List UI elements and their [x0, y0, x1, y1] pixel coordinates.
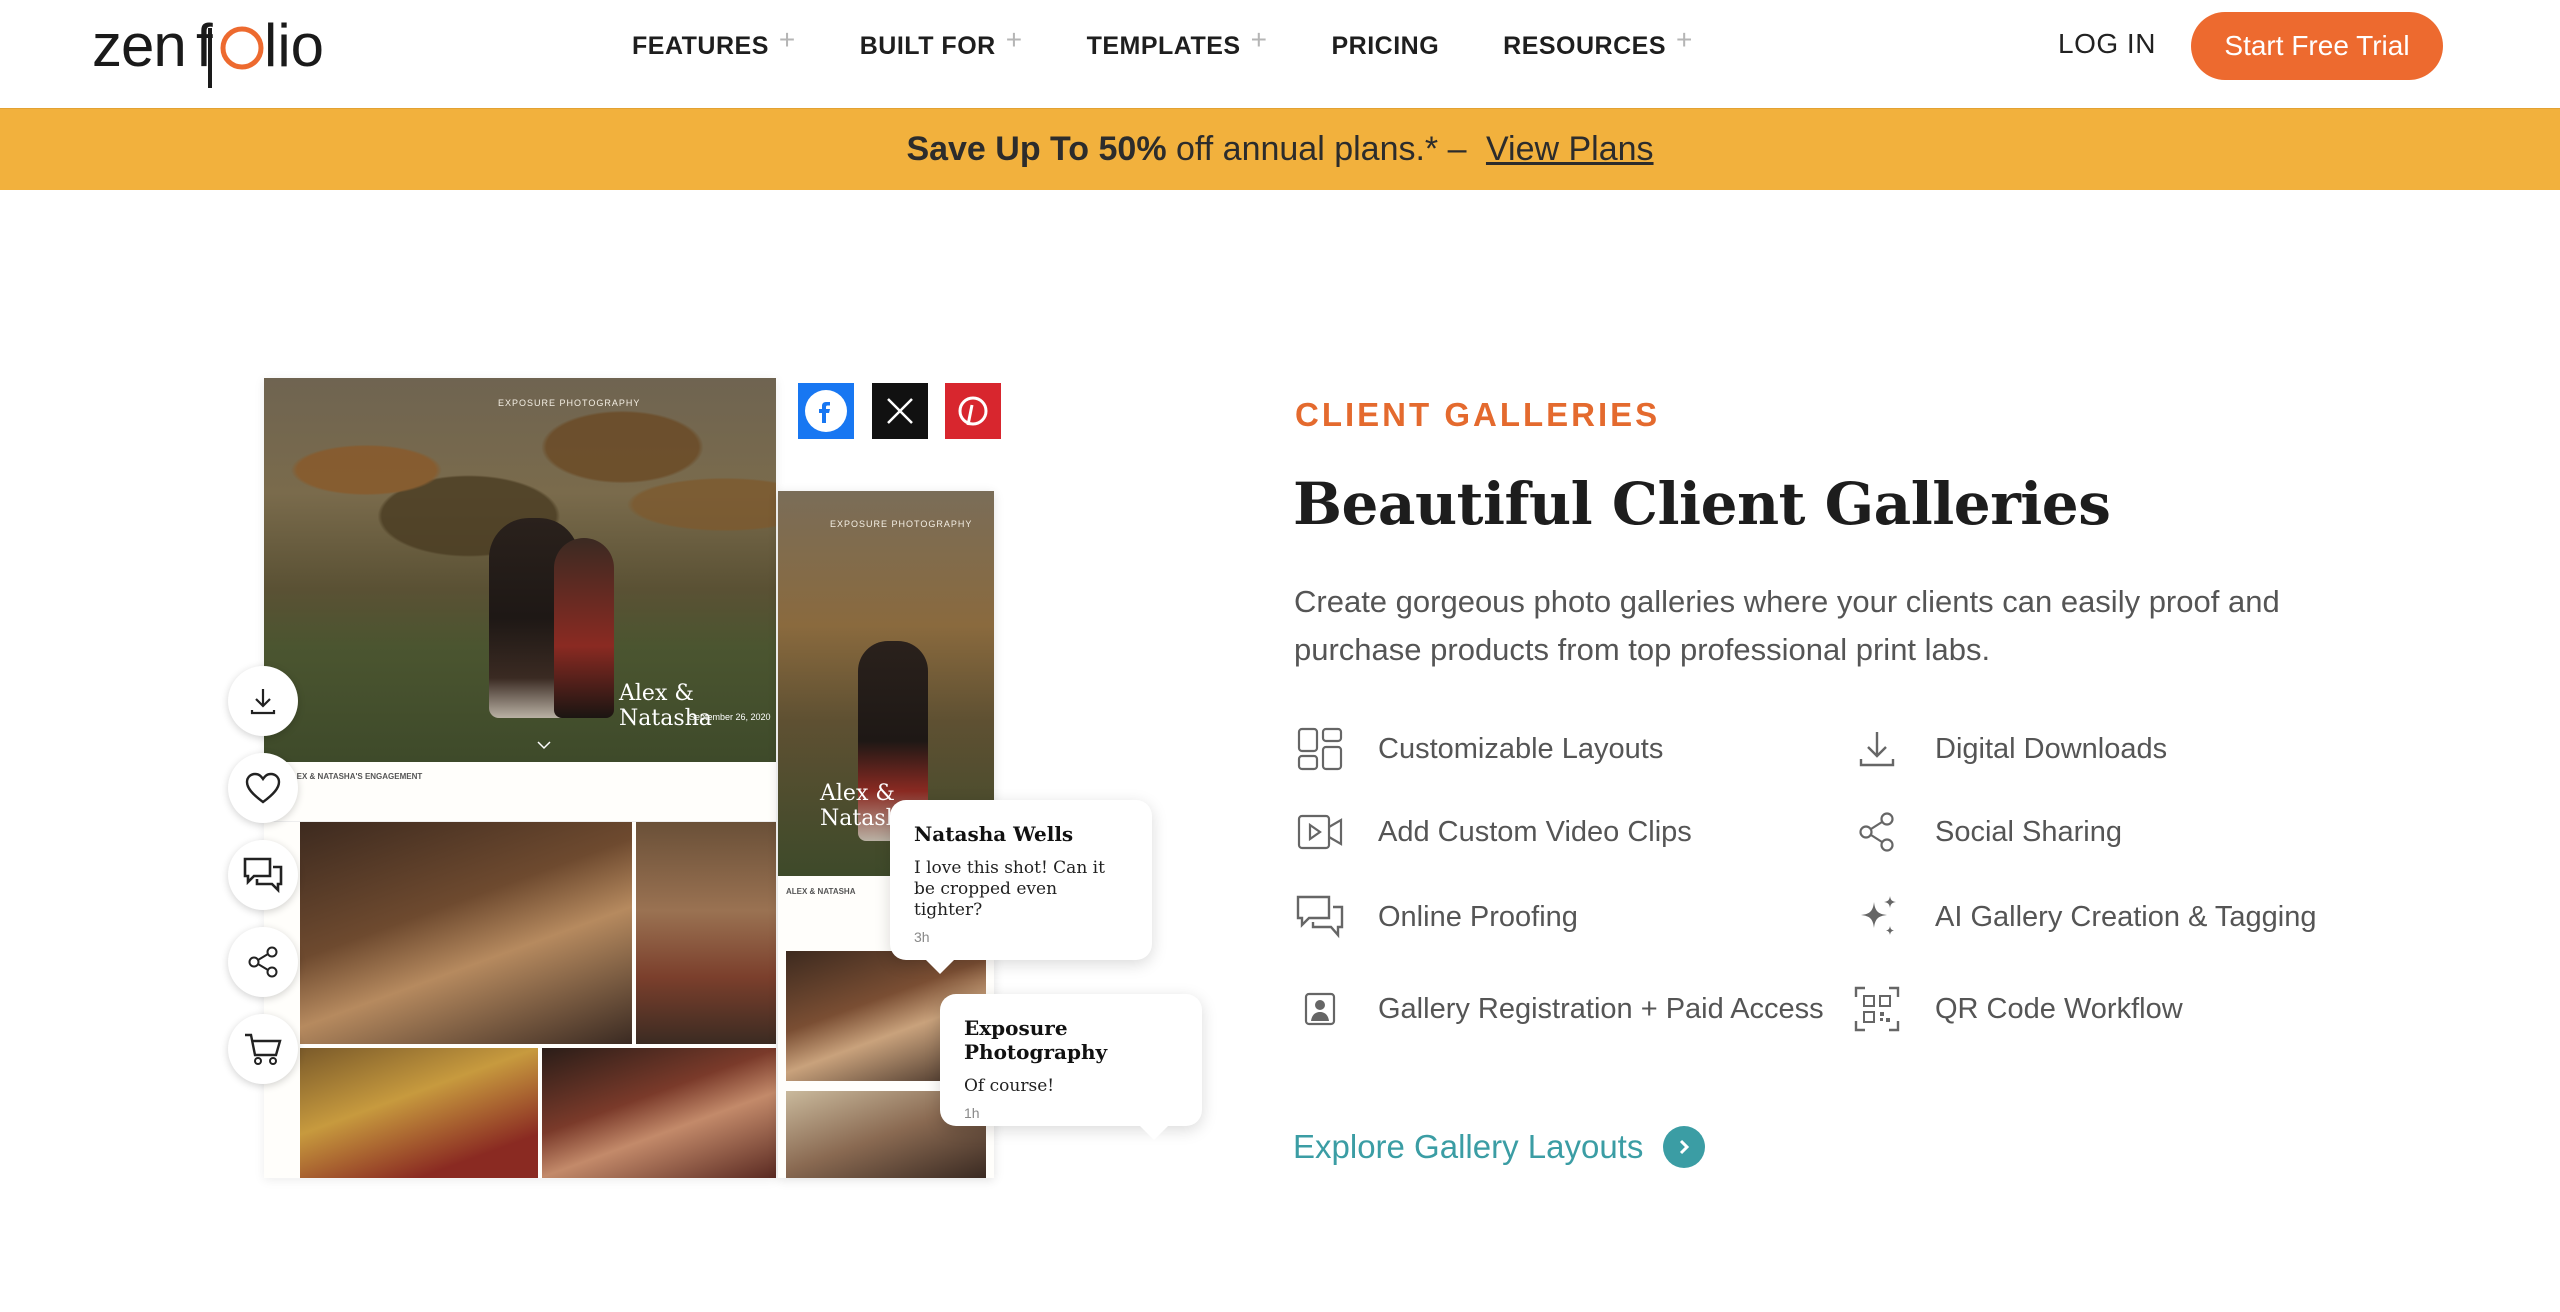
section-eyebrow: CLIENT GALLERIES [1295, 396, 1661, 433]
feature-registration: Gallery Registration + Paid Access [1294, 983, 1824, 1035]
chevron-down-icon [537, 741, 551, 750]
facebook-share-button[interactable] [798, 383, 854, 439]
facebook-icon [805, 390, 847, 432]
qr-code-icon [1851, 983, 1903, 1035]
pinterest-icon [958, 396, 988, 426]
section-headline: Beautiful Client Galleries [1293, 470, 2111, 538]
heart-icon [245, 772, 281, 804]
svg-text:zen: zen [92, 12, 186, 79]
nav-features[interactable]: FEATURES + [632, 24, 796, 66]
secondary-studio-label: EXPOSURE PHOTOGRAPHY [830, 519, 973, 529]
share-icon [1851, 806, 1903, 858]
plus-icon: + [1250, 24, 1268, 55]
promo-text: off annual plans.* – [1166, 130, 1476, 168]
layouts-icon [1294, 723, 1346, 775]
gallery-mockup: EXPOSURE PHOTOGRAPHY Alex & Natasha Sept… [228, 378, 1228, 1178]
nav-pricing-label: PRICING [1331, 31, 1440, 60]
comment-text: Of course! [964, 1076, 1055, 1096]
feature-qr-code: QR Code Workflow [1851, 983, 2183, 1035]
x-share-button[interactable] [872, 383, 928, 439]
comment-text: I love this shot! Can it be cropped even… [914, 858, 1105, 920]
nav-built-for[interactable]: BUILT FOR + [859, 24, 1023, 66]
nav-built-for-label: BUILT FOR [859, 31, 996, 60]
main-nav: FEATURES + BUILT FOR + TEMPLATES + PRICING … [632, 24, 1757, 66]
gallery-strip: ALEX & NATASHA'S ENGAGEMENT [264, 762, 776, 822]
feature-online-proofing: Online Proofing [1294, 891, 1578, 943]
svg-text:lio: lio [264, 12, 324, 79]
proofing-icon [1294, 891, 1346, 943]
explore-link-label: Explore Gallery Layouts [1293, 1128, 1644, 1165]
sparkle-icon [1851, 891, 1903, 943]
site-header: zen f lio FEATURES + BUILT FOR + TEMPLATES… [0, 0, 2560, 108]
cart-icon [245, 1033, 282, 1065]
gallery-photo [300, 822, 632, 1044]
nav-pricing[interactable]: PRICING [1331, 26, 1439, 66]
zenfolio-logo[interactable]: zen f lio [92, 8, 342, 94]
login-link[interactable]: LOG IN [2058, 28, 2156, 60]
promo-banner: Save Up To 50% off annual plans.* – View… [0, 108, 2560, 190]
gallery-photo [300, 1048, 538, 1178]
feature-digital-downloads: Digital Downloads [1851, 723, 2167, 775]
gallery-photo [542, 1048, 776, 1178]
feature-label: Online Proofing [1378, 900, 1578, 933]
pinterest-share-button[interactable] [945, 383, 1001, 439]
main-gallery-preview: EXPOSURE PHOTOGRAPHY Alex & Natasha Sept… [264, 378, 776, 1178]
hero-photo: EXPOSURE PHOTOGRAPHY Alex & Natasha Sept… [264, 378, 776, 762]
nav-templates-label: TEMPLATES [1086, 31, 1241, 60]
start-free-trial-button[interactable]: Start Free Trial [2191, 12, 2443, 80]
nav-resources[interactable]: RESOURCES + [1503, 24, 1693, 66]
download-icon [1851, 723, 1903, 775]
feature-label: AI Gallery Creation & Tagging [1935, 900, 2317, 933]
chevron-right-icon [1663, 1126, 1706, 1168]
hero-names: Alex & Natasha [619, 681, 712, 731]
feature-label: Customizable Layouts [1378, 732, 1664, 765]
comment-icon [243, 857, 283, 894]
feature-label: QR Code Workflow [1935, 992, 2183, 1025]
nav-features-label: FEATURES [632, 31, 769, 60]
feature-customizable-layouts: Customizable Layouts [1294, 723, 1663, 775]
favorite-button[interactable] [228, 753, 298, 823]
feature-ai-gallery: AI Gallery Creation & Tagging [1851, 891, 2317, 943]
cart-button[interactable] [228, 1014, 298, 1084]
feature-social-sharing: Social Sharing [1851, 806, 2122, 858]
hero-date: September 26, 2020 [689, 712, 771, 722]
gallery-photo [636, 822, 776, 1044]
gallery-strip-title: ALEX & NATASHA'S ENGAGEMENT [286, 772, 423, 781]
feature-label: Add Custom Video Clips [1378, 815, 1692, 848]
feature-label: Gallery Registration + Paid Access [1378, 992, 1824, 1025]
comment-author: Exposure Photography [964, 1016, 1108, 1064]
comment-bubble: Natasha Wells I love this shot! Can it b… [890, 800, 1152, 974]
comment-author: Natasha Wells [914, 822, 1074, 846]
share-icon [248, 946, 278, 978]
plus-icon: + [1676, 24, 1693, 55]
download-icon [250, 689, 276, 715]
explore-gallery-layouts-link[interactable]: Explore Gallery Layouts [1293, 1126, 1706, 1168]
view-plans-link[interactable]: View Plans [1486, 130, 1654, 169]
hero-studio-label: EXPOSURE PHOTOGRAPHY [498, 398, 641, 408]
section-description: Create gorgeous photo galleries where yo… [1294, 584, 2280, 667]
plus-icon: + [1005, 24, 1023, 55]
secondary-strip-title: ALEX & NATASHA [786, 887, 856, 896]
download-button[interactable] [228, 666, 298, 736]
comment-time: 1h [964, 1105, 980, 1121]
x-icon [887, 398, 913, 424]
share-button[interactable] [228, 927, 298, 997]
feature-label: Social Sharing [1935, 815, 2122, 848]
comment-bubble: Exposure Photography Of course! 1h [940, 994, 1202, 1140]
nav-templates[interactable]: TEMPLATES + [1086, 24, 1268, 66]
feature-label: Digital Downloads [1935, 732, 2168, 765]
nav-resources-label: RESOURCES [1503, 31, 1667, 60]
comment-button[interactable] [228, 840, 298, 910]
portrait-lock-icon [1294, 983, 1346, 1035]
feature-video-clips: Add Custom Video Clips [1294, 806, 1692, 858]
plus-icon: + [778, 24, 796, 55]
video-icon [1294, 806, 1346, 858]
comment-time: 3h [914, 929, 930, 945]
promo-bold: Save Up To 50% [906, 130, 1167, 168]
